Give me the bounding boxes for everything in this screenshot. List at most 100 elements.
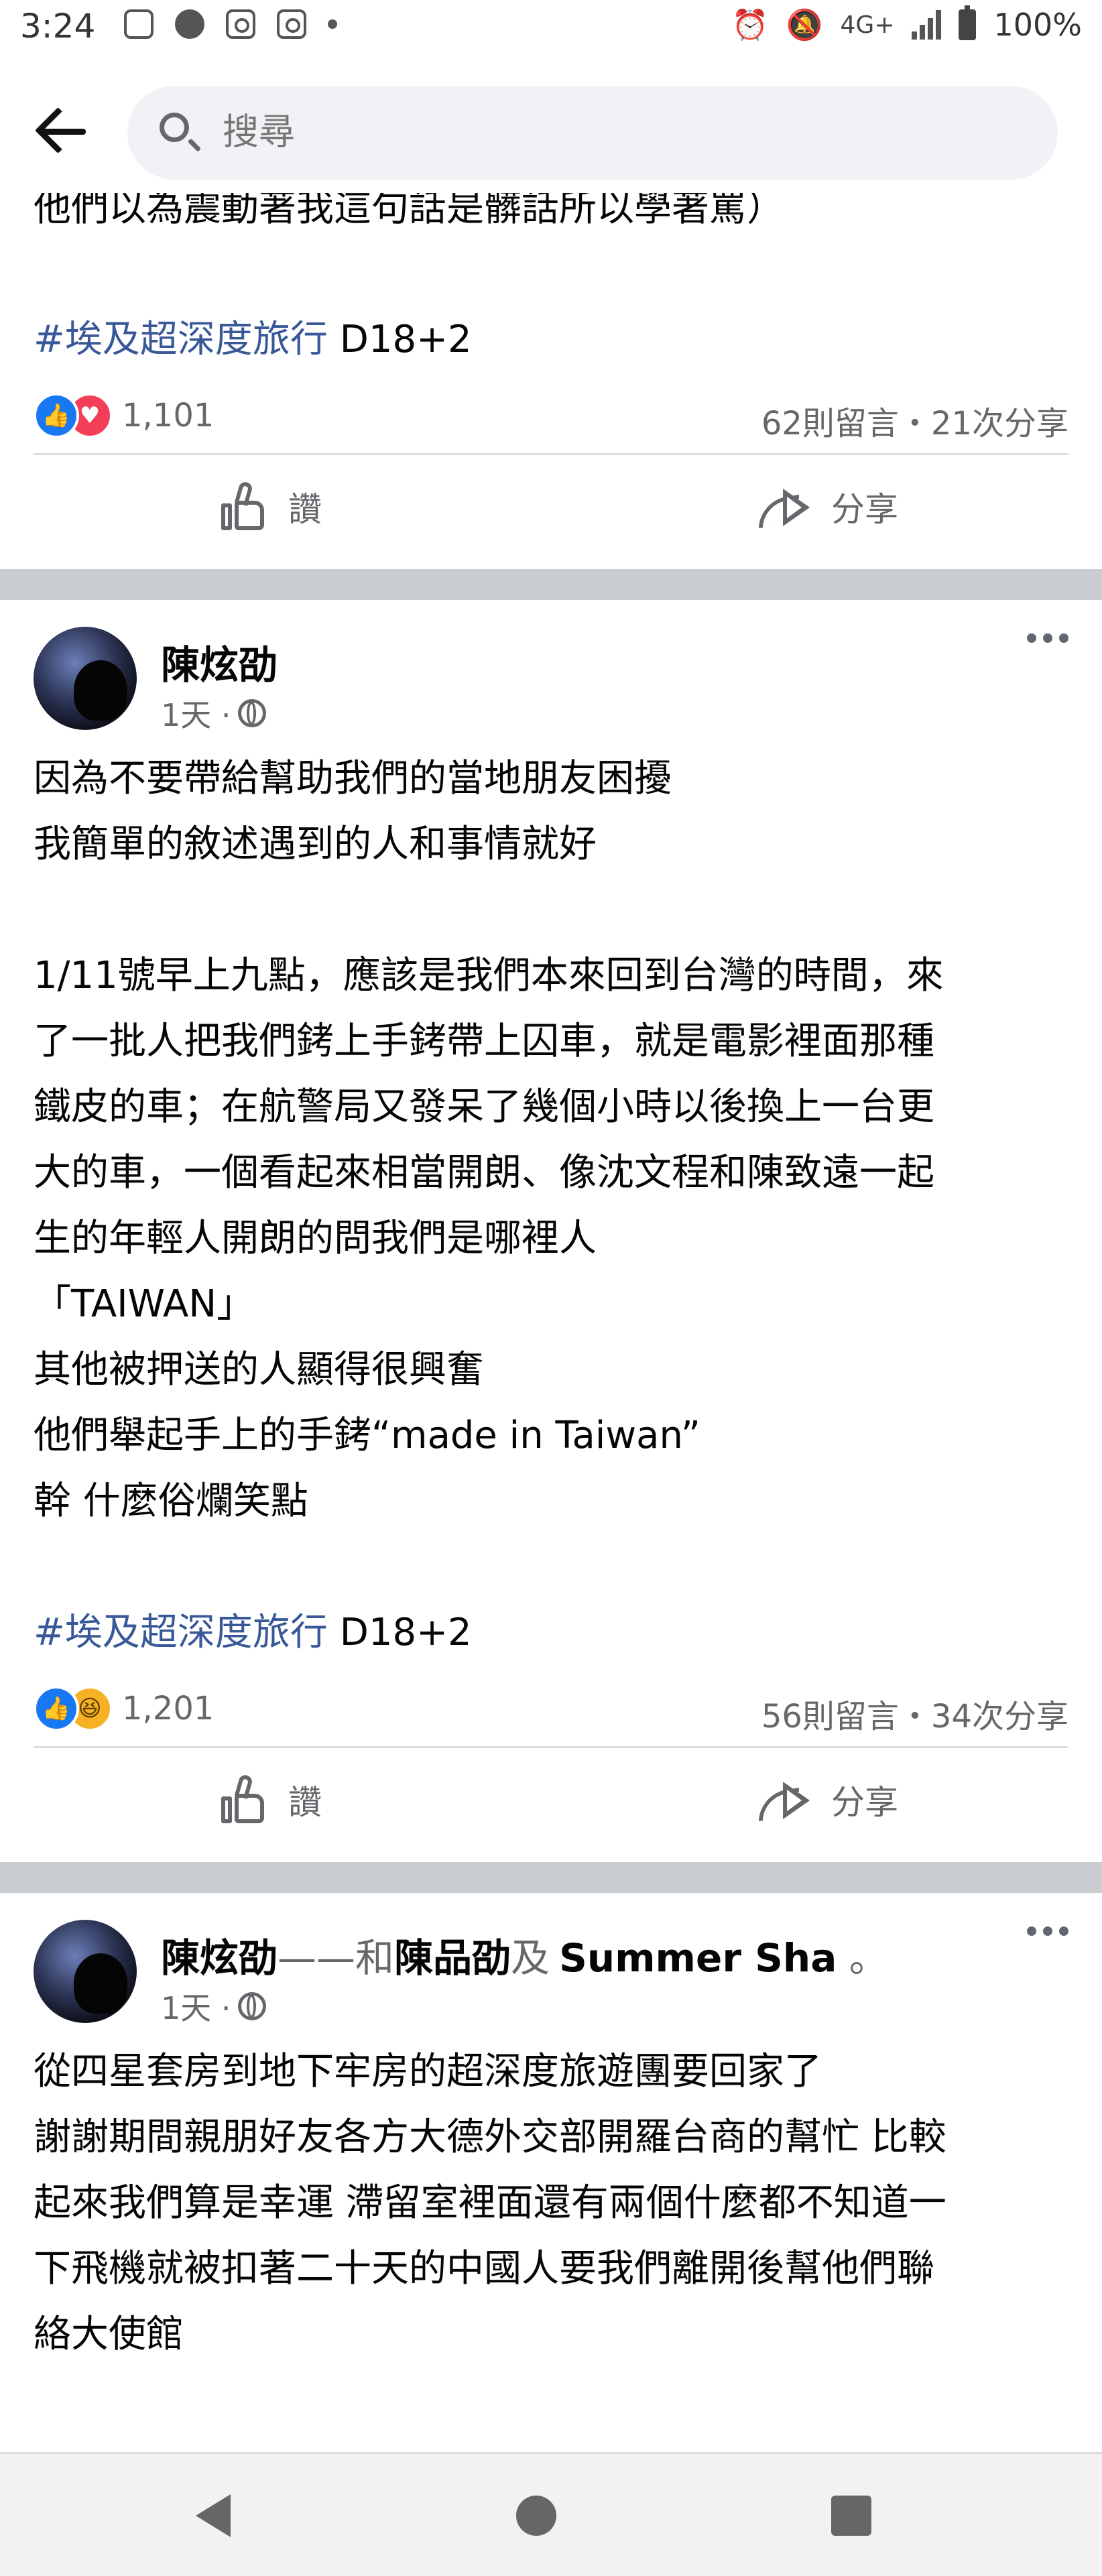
share-label: 分享 <box>831 490 898 529</box>
post-separator <box>0 569 1102 600</box>
instagram-icon <box>277 9 306 39</box>
post-header: 陳炫劭 1天 · <box>0 600 1102 754</box>
mascot-notification-icon <box>175 9 204 39</box>
post-text-line: 了一批人把我們銬上手銬帶上囚車，就是電影裡面那種 <box>34 1020 934 1063</box>
post-text-line: 從四星套房到地下牢房的超深度旅遊團要回家了 <box>34 2050 822 2093</box>
back-arrow-icon[interactable] <box>32 105 94 158</box>
hashtag-line: #埃及超深度旅行 D18+2 <box>34 307 1068 373</box>
share-arrow-icon <box>757 1775 811 1825</box>
post-text-line: 因為不要帶給幫助我們的當地朋友困擾 <box>34 757 672 800</box>
comments-shares-count[interactable]: 56則留言・34次分享 <box>761 1690 1068 1737</box>
notification-icons <box>124 9 337 39</box>
post-body: 他們以為震動著我這句話是髒話所以學著罵） #埃及超深度旅行 D18+2 <box>34 193 1068 373</box>
avatar[interactable] <box>34 1920 137 2023</box>
hashtag-link[interactable]: #埃及超深度旅行 <box>34 318 328 361</box>
post-text-line: 鐵皮的車；在航警局又發呆了幾個小時以後換上一台更 <box>34 1085 934 1129</box>
and-text: 及 <box>511 1935 550 1981</box>
post-actions: 讚 分享 <box>34 1746 1068 1862</box>
like-label: 讚 <box>288 1783 322 1822</box>
post-body: 因為不要帶給幫助我們的當地朋友困擾 我簡單的敘述遇到的人和事情就好 1/11號早… <box>34 746 1068 1666</box>
author-name[interactable]: 陳炫劭 <box>161 1935 278 1981</box>
comments-shares-count[interactable]: 62則留言・21次分享 <box>761 397 1068 444</box>
status-right: ⏰ 🔕 4G+ 100% <box>731 5 1082 43</box>
post-meta: 1天 · <box>161 691 266 735</box>
post-text-line: 他們以為震動著我這句話是髒話所以學著罵） <box>34 193 784 230</box>
hashtag-link[interactable]: #埃及超深度旅行 <box>34 1611 328 1654</box>
post-text-line: 起來我們算是幸運 滯留室裡面還有兩個什麼都不知道一 <box>34 2181 946 2225</box>
search-header <box>0 66 1102 193</box>
like-button[interactable]: 讚 <box>221 480 322 532</box>
news-feed[interactable]: 他們以為震動著我這句話是髒話所以學著罵） #埃及超深度旅行 D18+2 👍 ♥ … <box>0 193 1102 2452</box>
battery-level: 100% <box>993 7 1082 43</box>
author-name[interactable]: 陳炫劭 <box>161 633 278 690</box>
post-text-line: 幹 什麼俗爛笑點 <box>34 1479 308 1523</box>
system-nav-bar <box>0 2452 1102 2576</box>
post: 陳炫劭 1天 · 因為不要帶給幫助我們的當地朋友困擾 我簡單的敘述遇到的人和事情… <box>0 600 1102 1862</box>
post-text-line: 我簡單的敘述遇到的人和事情就好 <box>34 822 597 866</box>
post-time[interactable]: 1天 · <box>161 1984 231 2028</box>
share-button[interactable]: 分享 <box>757 482 898 532</box>
reaction-count: 1,101 <box>122 397 215 434</box>
like-button[interactable]: 讚 <box>221 1773 322 1825</box>
share-label: 分享 <box>831 1783 898 1822</box>
globe-icon <box>237 699 266 727</box>
post-text-line: 下飛機就被扣著二十天的中國人要我們離開後幫他們聯 <box>34 2247 934 2290</box>
thumbs-up-icon <box>221 1773 268 1825</box>
nav-back-icon[interactable] <box>196 2494 231 2537</box>
status-bar: 3:24 ⏰ 🔕 4G+ 100% <box>0 0 1102 66</box>
post-header: 陳炫劭——和陳品劭及 Summer Sha 。 1天 · <box>0 1893 1102 2047</box>
share-arrow-icon <box>757 482 811 532</box>
with-text: ——和 <box>278 1935 395 1981</box>
hashtag-line: #埃及超深度旅行 D18+2 <box>34 1600 1068 1666</box>
post-text-line: 「TAIWAN」 <box>34 1282 255 1326</box>
alarm-icon: ⏰ <box>731 8 769 42</box>
post-body: 從四星套房到地下牢房的超深度旅遊團要回家了 謝謝期間親朋好友各方大德外交部開羅台… <box>34 2039 1068 2368</box>
search-input[interactable] <box>221 110 961 154</box>
status-time: 3:24 <box>20 7 96 46</box>
like-reaction-icon: 👍 <box>34 393 79 438</box>
hashtag-suffix: D18+2 <box>327 1611 472 1654</box>
like-reaction-icon: 👍 <box>34 1686 79 1731</box>
more-notifications-dot-icon <box>328 19 337 29</box>
tagged-friend[interactable]: 陳品劭 <box>394 1935 511 1981</box>
post-text-line: 絡大使館 <box>34 2313 184 2356</box>
hashtag-suffix: D18+2 <box>327 318 472 361</box>
mute-icon: 🔕 <box>786 8 823 42</box>
globe-icon <box>237 1992 266 2020</box>
post-text-line: 1/11號早上九點，應該是我們本來回到台灣的時間，來 <box>34 954 944 997</box>
post: 他們以為震動著我這句話是髒話所以學著罵） #埃及超深度旅行 D18+2 👍 ♥ … <box>0 193 1102 569</box>
post-text-line <box>34 241 1068 307</box>
reactions-summary[interactable]: 👍 ♥ 1,101 <box>34 393 214 438</box>
post-text-line: 其他被押送的人顯得很興奮 <box>34 1348 484 1392</box>
post: 陳炫劭——和陳品劭及 Summer Sha 。 1天 · 從四星套房到地下牢房的超… <box>0 1893 1102 2368</box>
like-label: 讚 <box>288 490 322 529</box>
signal-icon <box>912 10 942 40</box>
post-meta: 1天 · <box>161 1984 266 2028</box>
battery-icon <box>959 5 977 40</box>
more-options-icon[interactable] <box>1027 1926 1068 1936</box>
post-time[interactable]: 1天 · <box>161 691 231 735</box>
end-text: 。 <box>837 1935 888 1981</box>
tagged-friend[interactable]: Summer Sha <box>559 1935 837 1981</box>
post-actions: 讚 分享 <box>34 453 1068 569</box>
avatar[interactable] <box>34 627 137 730</box>
reactions-summary[interactable]: 👍 😆 1,201 <box>34 1686 214 1731</box>
nav-recents-icon[interactable] <box>831 2496 871 2536</box>
nav-home-icon[interactable] <box>516 2496 556 2536</box>
post-text-line: 生的年輕人開朗的問我們是哪裡人 <box>34 1217 597 1260</box>
author-line: 陳炫劭——和陳品劭及 Summer Sha 。 <box>161 1926 888 1983</box>
post-text-line <box>34 877 1068 943</box>
post-text-line: 大的車，一個看起來相當開朗、像沈文程和陳致遠一起 <box>34 1151 934 1194</box>
network-type: 4G+ <box>840 11 895 39</box>
app-notification-icon <box>124 9 154 39</box>
reaction-count: 1,201 <box>122 1690 215 1727</box>
more-options-icon[interactable] <box>1027 633 1068 643</box>
search-bar[interactable] <box>127 86 1058 180</box>
post-metrics: 👍 ♥ 1,101 62則留言・21次分享 <box>34 373 1068 453</box>
thumbs-up-icon <box>221 480 268 532</box>
instagram-icon <box>226 9 255 39</box>
post-separator <box>0 1862 1102 1893</box>
post-text-line: 他們舉起手上的手銬“made in Taiwan” <box>34 1414 700 1457</box>
search-icon <box>160 113 189 142</box>
share-button[interactable]: 分享 <box>757 1775 898 1825</box>
